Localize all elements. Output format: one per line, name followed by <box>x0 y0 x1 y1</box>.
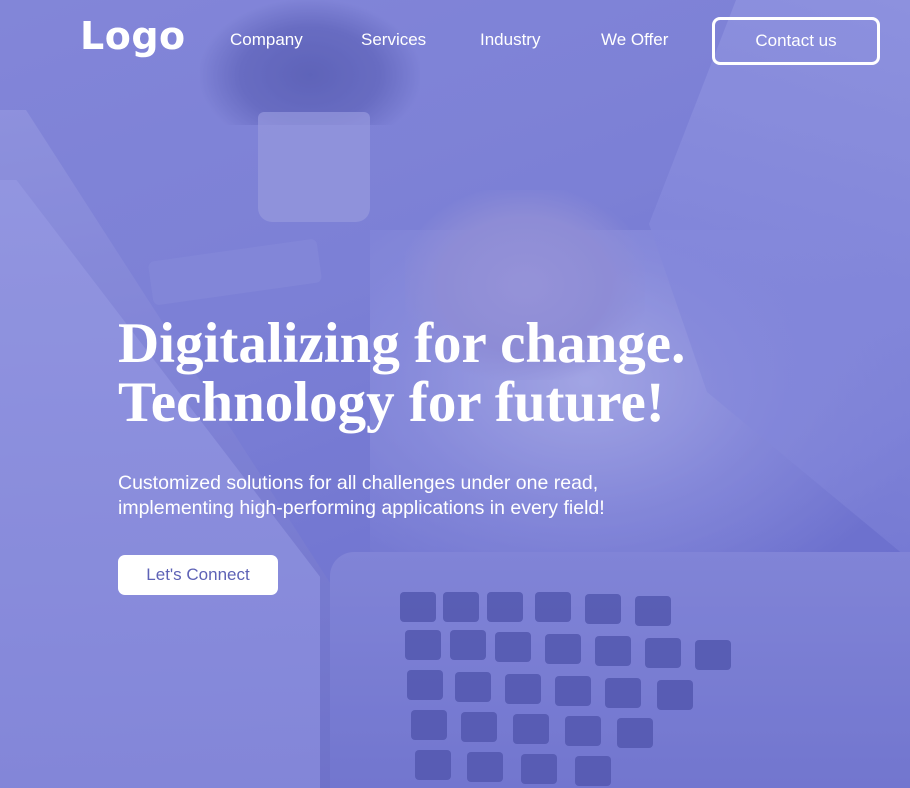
subtext-line-1: Customized solutions for all challenges … <box>118 472 599 494</box>
hero-headline: Digitalizing for change. Technology for … <box>118 314 685 432</box>
contact-us-button[interactable]: Contact us <box>712 17 880 65</box>
logo[interactable]: Logo <box>80 14 186 58</box>
subtext-line-2: implementing high-performing application… <box>118 497 605 519</box>
top-navigation: Logo Company Services Industry We Offer … <box>0 0 910 80</box>
headline-line-2: Technology for future! <box>118 371 665 434</box>
lets-connect-button[interactable]: Let's Connect <box>118 555 278 595</box>
nav-link-company[interactable]: Company <box>230 30 303 50</box>
nav-link-we-offer[interactable]: We Offer <box>601 30 668 50</box>
headline-line-1: Digitalizing for change. <box>118 312 686 375</box>
nav-link-services[interactable]: Services <box>361 30 426 50</box>
hero-subtext: Customized solutions for all challenges … <box>118 471 605 521</box>
nav-link-industry[interactable]: Industry <box>480 30 540 50</box>
